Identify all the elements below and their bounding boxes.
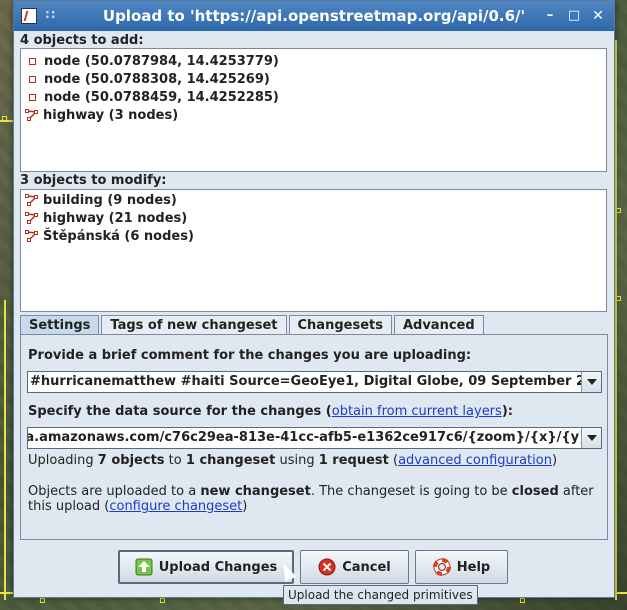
changeset-count: 1 changeset	[185, 453, 276, 468]
map-node	[616, 296, 621, 301]
advanced-configuration-link[interactable]: advanced configuration	[398, 453, 552, 468]
upload-icon	[135, 558, 153, 576]
upload-info-mid: using	[275, 453, 319, 468]
way-icon	[25, 109, 38, 121]
list-item[interactable]: highway (21 nodes)	[21, 209, 606, 227]
source-prompt-end: ):	[501, 404, 513, 419]
closed-text: closed	[511, 484, 559, 499]
list-item[interactable]: highway (3 nodes)	[21, 106, 606, 124]
map-node	[616, 208, 621, 213]
source-prompt-text: Specify the data source for the changes …	[28, 404, 332, 419]
tab-settings[interactable]: Settings	[20, 315, 100, 335]
list-item-label: node (50.0787984, 14.4253779)	[44, 53, 279, 69]
list-item-label: Štěpánská (6 nodes)	[43, 228, 194, 244]
close-icon[interactable]: ✕	[590, 8, 606, 24]
objects-to-modify-list[interactable]: building (9 nodes) highway (21 nodes) Št…	[20, 189, 607, 312]
titlebar-grip[interactable]: ::	[45, 7, 57, 21]
list-item-label: node (50.0788459, 14.4252285)	[44, 89, 279, 105]
changeset-info-prefix: Objects are uploaded to a	[28, 484, 201, 499]
titlebar[interactable]: :: Upload to 'https://api.openstreetmap.…	[14, 1, 614, 31]
list-item[interactable]: node (50.0788459, 14.4252285)	[21, 88, 606, 106]
upload-info-line: Uploading 7 objects to 1 changeset using…	[28, 453, 557, 468]
minimize-icon[interactable]: –	[542, 8, 558, 24]
help-lifebuoy-icon	[432, 558, 451, 576]
list-item-label: highway (21 nodes)	[43, 210, 188, 226]
help-label: Help	[456, 559, 491, 575]
changeset-info-line2: this upload (configure changeset)	[28, 499, 247, 514]
cancel-icon	[318, 558, 336, 576]
comment-input[interactable]: #hurricanematthew #haiti Source=GeoEye1,…	[30, 374, 601, 389]
list-item-label: node (50.0788308, 14.425269)	[44, 71, 270, 87]
cancel-button[interactable]: Cancel	[300, 550, 409, 584]
map-node	[160, 598, 165, 603]
chevron-down-icon[interactable]	[581, 372, 601, 392]
tab-changesets[interactable]: Changesets	[288, 315, 392, 335]
map-way	[615, 40, 617, 600]
maximize-icon[interactable]: □	[566, 8, 582, 24]
objects-to-modify-label: 3 objects to modify:	[20, 173, 167, 188]
configure-changeset-link[interactable]: configure changeset	[109, 499, 242, 514]
objects-to-add-list[interactable]: node (50.0787984, 14.4253779) node (50.0…	[20, 48, 607, 172]
node-icon	[29, 57, 36, 65]
list-item-label: highway (3 nodes)	[43, 107, 179, 123]
way-icon	[25, 212, 38, 224]
cancel-label: Cancel	[342, 559, 391, 575]
way-icon	[25, 230, 38, 242]
objects-to-add-label: 4 objects to add:	[20, 33, 144, 48]
request-count: 1 request	[318, 453, 389, 468]
list-item[interactable]: building (9 nodes)	[21, 191, 606, 209]
upload-info-mid: to	[164, 453, 186, 468]
obtain-from-layers-link[interactable]: obtain from current layers	[332, 404, 502, 419]
map-node	[520, 598, 525, 603]
node-icon	[29, 93, 36, 101]
list-item[interactable]: Štěpánská (6 nodes)	[21, 227, 606, 245]
upload-info-paren: (	[388, 453, 399, 468]
source-prompt: Specify the data source for the changes …	[28, 404, 513, 419]
changeset-info-line: Objects are uploaded to a new changeset.…	[28, 484, 594, 499]
node-icon	[29, 75, 36, 83]
comment-prompt: Provide a brief comment for the changes …	[28, 348, 472, 363]
map-node	[2, 116, 7, 121]
map-node	[40, 598, 45, 603]
upload-dialog: :: Upload to 'https://api.openstreetmap.…	[13, 0, 615, 598]
changeset-info-suffix: after	[558, 484, 594, 499]
source-input[interactable]: -a.amazonaws.com/c76c29ea-813e-41cc-afb5…	[28, 430, 601, 445]
upload-changes-button[interactable]: Upload Changes	[118, 550, 294, 584]
chevron-down-icon[interactable]	[581, 428, 601, 448]
tab-changeset-tags[interactable]: Tags of new changeset	[101, 315, 287, 335]
changeset-info-line2-prefix: this upload (	[28, 499, 110, 514]
list-item-label: building (9 nodes)	[43, 192, 177, 208]
help-button[interactable]: Help	[415, 550, 508, 584]
new-changeset-text: new changeset	[200, 484, 311, 499]
comment-combobox[interactable]: #hurricanematthew #haiti Source=GeoEye1,…	[27, 371, 602, 393]
window-title: Upload to 'https://api.openstreetmap.org…	[102, 7, 526, 25]
josm-app-icon	[21, 8, 37, 24]
list-item[interactable]: node (50.0788308, 14.425269)	[21, 70, 606, 88]
tab-advanced[interactable]: Advanced	[393, 315, 484, 335]
source-combobox[interactable]: -a.amazonaws.com/c76c29ea-813e-41cc-afb5…	[27, 427, 602, 449]
changeset-info-line2-suffix: )	[242, 499, 248, 514]
list-item[interactable]: node (50.0787984, 14.4253779)	[21, 52, 606, 70]
way-icon	[25, 194, 38, 206]
changeset-info-mid: . The changeset is going to be	[310, 484, 512, 499]
settings-panel: Provide a brief comment for the changes …	[20, 334, 608, 540]
tab-bar: Settings Tags of new changeset Changeset…	[20, 315, 486, 335]
upload-changes-label: Upload Changes	[158, 559, 278, 575]
object-count: 7 objects	[97, 453, 165, 468]
tooltip: Upload the changed primitives	[283, 585, 478, 605]
upload-info-paren: )	[551, 453, 558, 468]
upload-info-prefix: Uploading	[28, 453, 98, 468]
map-way	[4, 300, 6, 600]
